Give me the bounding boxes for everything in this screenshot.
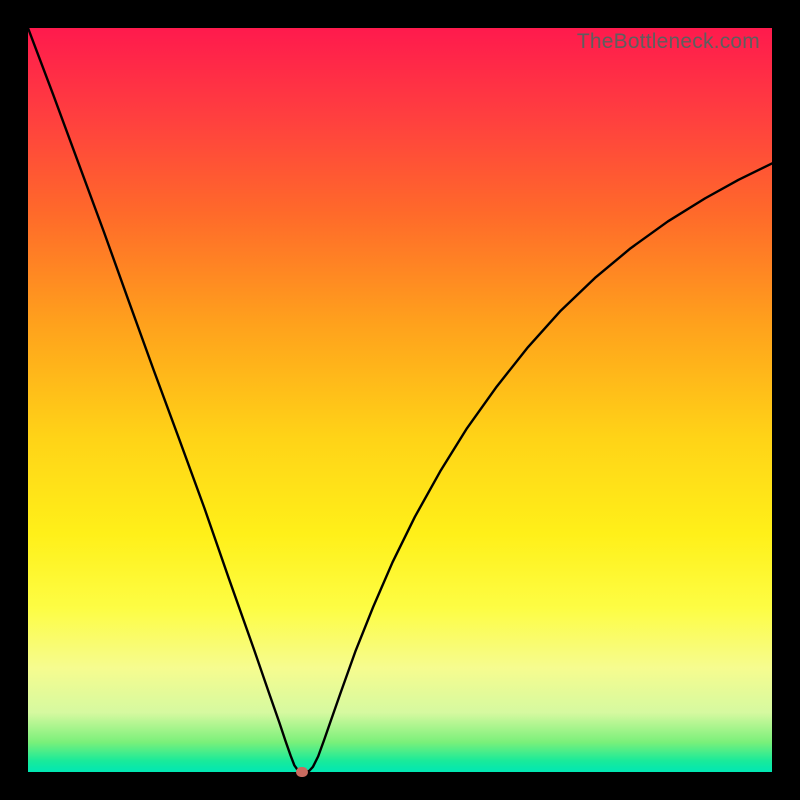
- curve-layer: [28, 28, 772, 772]
- plot-area: TheBottleneck.com: [28, 28, 772, 772]
- bottleneck-curve: [28, 28, 772, 772]
- watermark-text: TheBottleneck.com: [577, 30, 760, 54]
- minimum-marker: [296, 767, 308, 777]
- chart-frame: TheBottleneck.com: [0, 0, 800, 800]
